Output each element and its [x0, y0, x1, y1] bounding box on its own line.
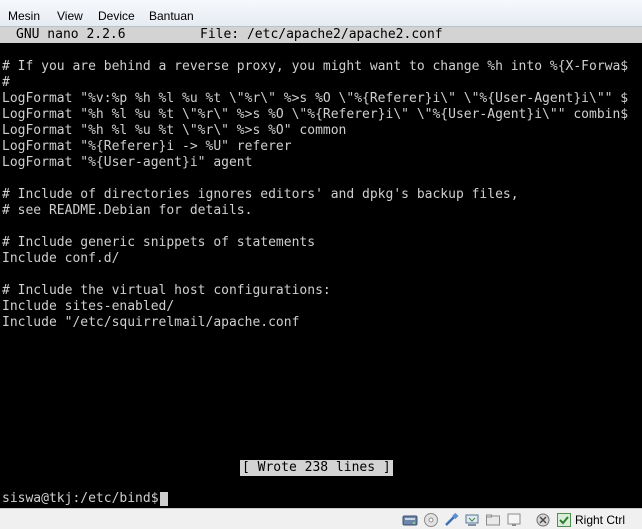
editor-line: Include conf.d/ — [2, 251, 120, 266]
editor-line: # see README.Debian for details. — [2, 203, 253, 218]
shell-prompt: siswa@tkj:/etc/bind$ — [2, 491, 159, 506]
text-cursor — [159, 491, 168, 506]
editor-line: LogFormat "%{User-agent}i" agent — [2, 155, 253, 170]
nano-title-bar: GNU nano 2.2.6 File: /etc/apache2/apache… — [0, 27, 642, 43]
shell-prompt-line[interactable]: siswa@tkj:/etc/bind$ — [2, 491, 168, 507]
editor-line: LogFormat "%{Referer}i -> %U" referer — [2, 139, 292, 154]
menu-device[interactable]: Device — [98, 9, 135, 23]
mouse-integration-icon[interactable] — [556, 512, 572, 528]
display-icon[interactable] — [506, 512, 522, 528]
editor-line: # Include the virtual host configuration… — [2, 283, 331, 298]
shared-folder-icon[interactable] — [485, 512, 501, 528]
nano-status-message: [ Wrote 238 lines ] — [240, 460, 393, 476]
editor-line: Include sites-enabled/ — [2, 299, 175, 314]
editor-line: # — [2, 75, 10, 90]
menu-view[interactable]: View — [57, 9, 83, 23]
network-icon[interactable] — [464, 512, 480, 528]
editor-line: LogFormat "%h %l %u %t \"%r\" %>s %O" co… — [2, 123, 347, 138]
vm-status-bar: Right Ctrl — [0, 508, 642, 529]
vm-menubar: Mesin View Device Bantuan — [0, 0, 642, 27]
editor-line: # If you are behind a reverse proxy, you… — [2, 59, 629, 74]
optical-drive-icon[interactable] — [423, 512, 439, 528]
usb-icon[interactable] — [443, 512, 459, 528]
nano-version: GNU nano 2.2.6 — [16, 27, 126, 42]
capture-icon[interactable] — [535, 512, 551, 528]
nano-filename: File: /etc/apache2/apache2.conf — [200, 27, 443, 42]
menu-bantuan[interactable]: Bantuan — [149, 9, 194, 23]
menu-mesin[interactable]: Mesin — [8, 9, 40, 23]
editor-line: # Include of directories ignores editors… — [2, 187, 519, 202]
terminal-screen[interactable]: GNU nano 2.2.6 File: /etc/apache2/apache… — [0, 27, 642, 508]
editor-line: LogFormat "%v:%p %h %l %u %t \"%r\" %>s … — [2, 91, 629, 106]
hard-disk-icon[interactable] — [402, 512, 418, 528]
editor-line: Include "/etc/squirrelmail/apache.conf — [2, 315, 300, 330]
editor-line: # Include generic snippets of statements — [2, 235, 316, 250]
editor-line: LogFormat "%h %l %u %t \"%r\" %>s %O \"%… — [2, 107, 629, 122]
host-key-label: Right Ctrl — [575, 513, 626, 527]
